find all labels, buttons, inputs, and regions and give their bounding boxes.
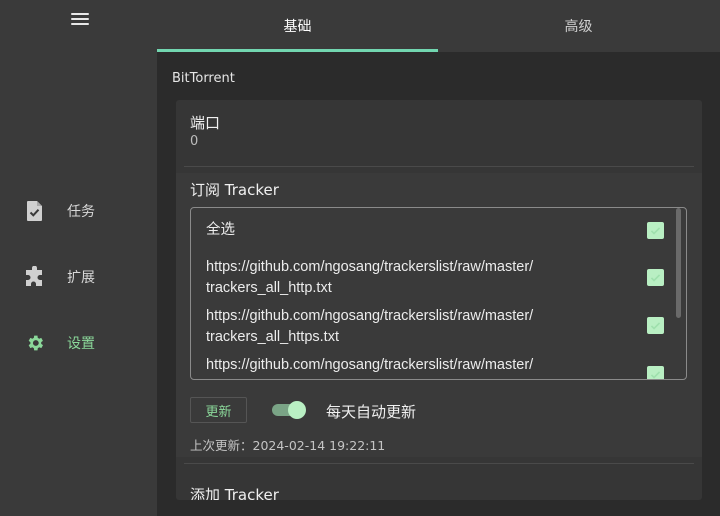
tracker-checkbox[interactable] <box>647 317 664 334</box>
task-file-check-icon <box>24 200 46 222</box>
list-item: https://github.com/ngosang/trackerslist/… <box>206 306 646 348</box>
port-value: 0 <box>190 134 199 149</box>
subscribe-tracker-section: 订阅 Tracker 全选 https://github.com/ngosang… <box>176 173 702 457</box>
sidebar-item-tasks[interactable]: 任务 <box>0 191 157 231</box>
scrollbar[interactable] <box>676 208 681 318</box>
port-setting[interactable]: 端口 0 <box>176 100 702 166</box>
tracker-url-line: https://github.com/ngosang/trackerslist/… <box>206 357 534 373</box>
hamburger-menu-icon[interactable] <box>71 13 89 27</box>
check-icon <box>650 371 661 379</box>
tracker-checkbox[interactable] <box>647 366 664 379</box>
auto-update-label: 每天自动更新 <box>326 403 417 421</box>
port-label: 端口 <box>190 114 221 132</box>
main-panel: 基础 高级 BitTorrent 端口 0 订阅 Tracker 全选 http… <box>157 0 720 516</box>
add-tracker-label[interactable]: 添加 Tracker <box>190 484 279 500</box>
divider <box>184 166 694 167</box>
check-icon <box>650 274 661 282</box>
subscribe-tracker-title: 订阅 Tracker <box>190 181 279 199</box>
select-all-checkbox[interactable] <box>647 222 664 239</box>
sidebar-item-label: 扩展 <box>67 270 95 286</box>
tracker-url-line: trackers_all_https.txt <box>206 329 339 345</box>
puzzle-piece-icon <box>24 266 46 288</box>
tracker-url-line: trackers_all_http.txt <box>206 280 332 296</box>
tracker-checkbox[interactable] <box>647 269 664 286</box>
tracker-url-line: https://github.com/ngosang/trackerslist/… <box>206 259 534 275</box>
auto-update-toggle[interactable] <box>272 401 306 419</box>
divider <box>184 463 694 464</box>
tab-bar: 基础 高级 <box>157 0 720 52</box>
tab-basic[interactable]: 基础 <box>157 0 438 52</box>
tracker-list[interactable]: 全选 https://github.com/ngosang/trackersli… <box>190 207 687 380</box>
check-icon <box>650 227 661 235</box>
settings-card: 端口 0 订阅 Tracker 全选 https://github.com/ng… <box>176 100 702 500</box>
toggle-knob <box>288 401 306 419</box>
section-title: BitTorrent <box>172 71 235 86</box>
gear-icon <box>24 332 46 354</box>
sidebar-item-label: 设置 <box>67 336 95 352</box>
last-update-text: 上次更新：2024-02-14 19:22:11 <box>190 438 386 453</box>
list-item: https://github.com/ngosang/trackerslist/… <box>206 257 646 299</box>
sidebar-item-settings[interactable]: 设置 <box>0 323 157 363</box>
tab-advanced[interactable]: 高级 <box>438 0 719 52</box>
list-item: https://github.com/ngosang/trackerslist/… <box>206 355 646 376</box>
check-icon <box>650 322 661 330</box>
select-all-label: 全选 <box>206 222 235 238</box>
update-button[interactable]: 更新 <box>190 397 247 423</box>
tracker-url-line: https://github.com/ngosang/trackerslist/… <box>206 308 534 324</box>
sidebar-item-extensions[interactable]: 扩展 <box>0 257 157 297</box>
sidebar: 任务 扩展 设置 <box>0 0 157 516</box>
sidebar-item-label: 任务 <box>67 204 95 220</box>
